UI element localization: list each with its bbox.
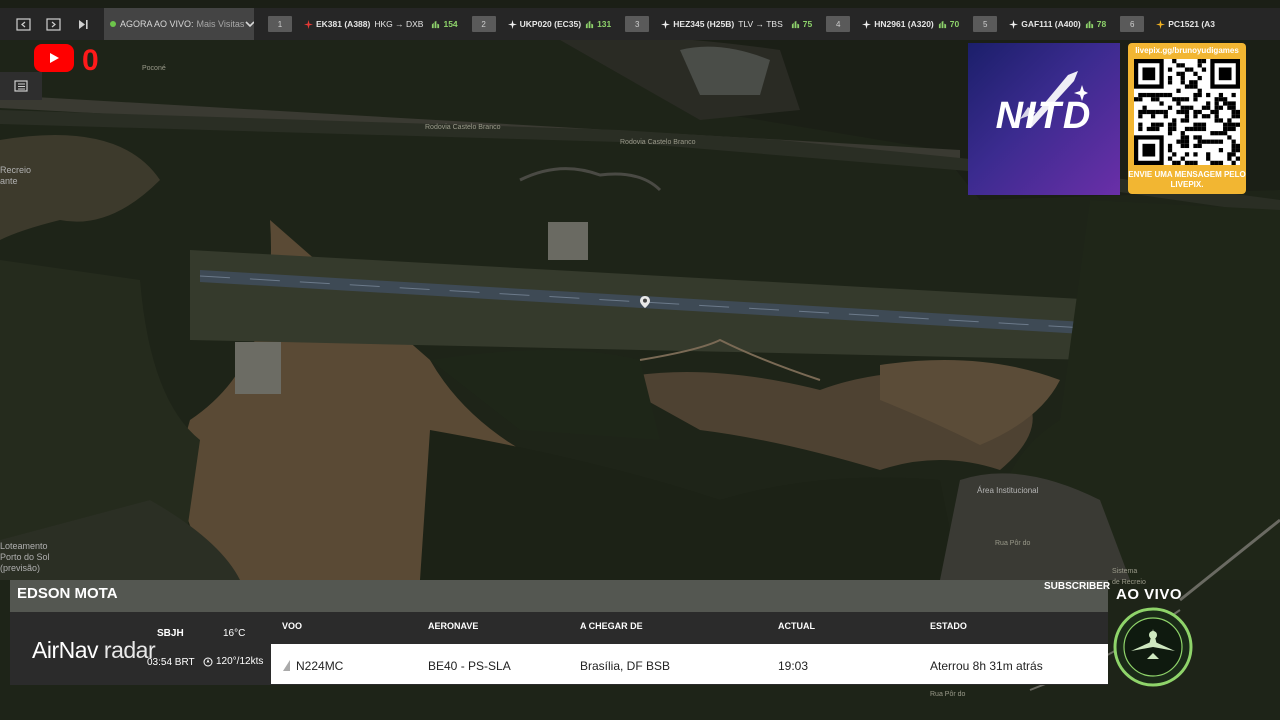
airplane-icon bbox=[507, 19, 517, 29]
airport-pin-icon[interactable] bbox=[640, 296, 650, 308]
skip-next-button[interactable] bbox=[70, 8, 96, 40]
collapse-panel-button[interactable] bbox=[10, 8, 36, 40]
flight-actual-time: 19:03 bbox=[778, 659, 809, 673]
temperature: 16°C bbox=[223, 628, 246, 639]
flight-viewers: 78 bbox=[1096, 19, 1107, 29]
livepix-qr-panel: livepix.gg/brunoyudigames ENVIE UMA MENS… bbox=[1128, 43, 1246, 194]
header-actual: ACTUAL bbox=[778, 621, 815, 631]
flight-rank: 1 bbox=[268, 16, 292, 32]
flight-rank: 4 bbox=[826, 16, 851, 32]
expand-panel-button[interactable] bbox=[40, 8, 66, 40]
map-label-road: Rodovia Castelo Branco bbox=[425, 124, 501, 131]
skip-next-icon bbox=[78, 19, 88, 29]
expand-icon bbox=[45, 17, 61, 31]
flight-origin: Brasília, DF BSB bbox=[580, 659, 671, 673]
top-flight-item[interactable]: 4 HN2961 (A320) 70 bbox=[826, 16, 959, 32]
live-dot bbox=[110, 21, 116, 27]
flight-viewers: 75 bbox=[802, 19, 813, 29]
viewers-icon bbox=[791, 20, 799, 28]
map-label-rua: Rua Pôr do bbox=[995, 540, 1031, 547]
viewers-icon bbox=[432, 20, 440, 28]
airnav-brand: AirNav bbox=[32, 637, 99, 663]
flight-rank: 6 bbox=[1120, 16, 1145, 32]
top-flight-item[interactable]: 5 GAF111 (A400) 78 bbox=[973, 16, 1106, 32]
airplane-icon bbox=[1156, 19, 1166, 29]
live-now-dropdown[interactable]: AGORA AO VIVO: Mais Visitas bbox=[104, 8, 254, 40]
flight-callsign: HEZ345 (H25B) bbox=[673, 19, 735, 29]
flight-route: HKG → DXB bbox=[374, 19, 424, 29]
viewers-icon bbox=[585, 20, 594, 28]
viewers-icon bbox=[1085, 20, 1093, 28]
collapse-icon bbox=[15, 17, 31, 31]
channel-badge-icon bbox=[1113, 607, 1193, 687]
airplane-icon bbox=[862, 19, 872, 29]
header-aircraft: AERONAVE bbox=[428, 621, 479, 631]
flight-viewers: 70 bbox=[949, 19, 960, 29]
youtube-logo bbox=[34, 44, 74, 72]
livepix-url: livepix.gg/brunoyudigames bbox=[1135, 46, 1239, 55]
map-label-recreio: Recreio ante bbox=[0, 165, 32, 186]
flight-rank: 5 bbox=[973, 16, 998, 32]
flight-viewers: 154 bbox=[443, 19, 458, 29]
top-flight-item[interactable]: 3 HEZ345 (H25B) TLV → TBS 75 bbox=[625, 16, 812, 32]
top-flight-item[interactable]: 2 UKP020 (EC35) 131 bbox=[471, 16, 612, 32]
flight-viewers: 131 bbox=[597, 19, 612, 29]
youtube-counter: 0 bbox=[82, 44, 99, 77]
local-time: 03:54 BRT bbox=[147, 657, 195, 668]
map-label-area-institucional: Área Institucional bbox=[977, 486, 1039, 495]
map-label-loteamento: Loteamento Porto do Sol (previsão) bbox=[0, 541, 50, 573]
viewers-icon bbox=[938, 20, 946, 28]
live-now-sublabel: Mais Visitas bbox=[196, 19, 245, 29]
airport-code: SBJH bbox=[157, 628, 184, 639]
flight-callsign: UKP020 (EC35) bbox=[519, 19, 582, 29]
flight-callsign: HN2961 (A320) bbox=[874, 19, 934, 29]
flight-callsign: PC1521 (A3 bbox=[1168, 19, 1216, 29]
map-label-pocone: Poconé bbox=[142, 65, 166, 72]
airplane-icon bbox=[304, 19, 313, 29]
airnav-radar-logo: AirNav radar bbox=[32, 637, 156, 664]
top-flight-item[interactable]: 6 PC1521 (A3 bbox=[1120, 16, 1219, 32]
top-flight-item[interactable]: 1 EK381 (A388) HKG → DXB 154 bbox=[268, 16, 458, 32]
live-now-label: AGORA AO VIVO: bbox=[120, 19, 194, 29]
layers-icon bbox=[14, 80, 28, 92]
layers-button[interactable] bbox=[0, 72, 42, 100]
nitd-wordmark: NITD bbox=[995, 95, 1093, 137]
flight-callsign: EK381 (A388) bbox=[316, 19, 371, 29]
header-from: A CHEGAR DE bbox=[580, 621, 643, 631]
top-flight-bar: AGORA AO VIVO: Mais Visitas 1 EK381 (A388… bbox=[0, 8, 1280, 40]
arrival-triangle-icon bbox=[283, 660, 290, 671]
live-label: AO VIVO bbox=[1116, 586, 1183, 603]
subscriber-label: SUBSCRIBER bbox=[1044, 581, 1111, 592]
flight-rank: 2 bbox=[471, 16, 496, 32]
wind-info: 120°/12kts bbox=[203, 656, 263, 667]
name-banner bbox=[10, 580, 1108, 612]
nitd-sponsor-logo: NITD bbox=[968, 43, 1120, 195]
flight-status: Aterrou 8h 31m atrás bbox=[930, 659, 1043, 673]
airplane-icon bbox=[1009, 19, 1019, 29]
map-label-road: Rodovia Castelo Branco bbox=[620, 139, 696, 146]
map-label-rua: Rua Pôr do bbox=[930, 691, 966, 698]
flight-aircraft: BE40 - PS-SLA bbox=[428, 659, 511, 673]
header-flight: VOO bbox=[282, 621, 303, 631]
flight-number: N224MC bbox=[296, 659, 344, 673]
top-flights-list: 1 EK381 (A388) HKG → DXB 154 2 UKP020 (EC35) 1… bbox=[268, 16, 1233, 32]
airplane-icon bbox=[661, 19, 671, 29]
flight-callsign: GAF111 (A400) bbox=[1021, 19, 1081, 29]
livepix-message: ENVIE UMA MENSAGEM PELO LIVEPIX. bbox=[1128, 170, 1246, 189]
viewer-name: EDSON MOTA bbox=[17, 585, 118, 602]
map-label-sistema: Sistema de Recreio bbox=[1112, 568, 1146, 586]
youtube-play-icon bbox=[50, 53, 59, 63]
chevron-down-icon bbox=[245, 21, 254, 28]
header-status: ESTADO bbox=[930, 621, 967, 631]
flight-rank: 3 bbox=[625, 16, 650, 32]
flight-route: TLV → TBS bbox=[738, 19, 783, 29]
qr-code-icon bbox=[1134, 59, 1240, 165]
compass-icon bbox=[203, 657, 213, 666]
wind-value: 120°/12kts bbox=[216, 656, 264, 667]
